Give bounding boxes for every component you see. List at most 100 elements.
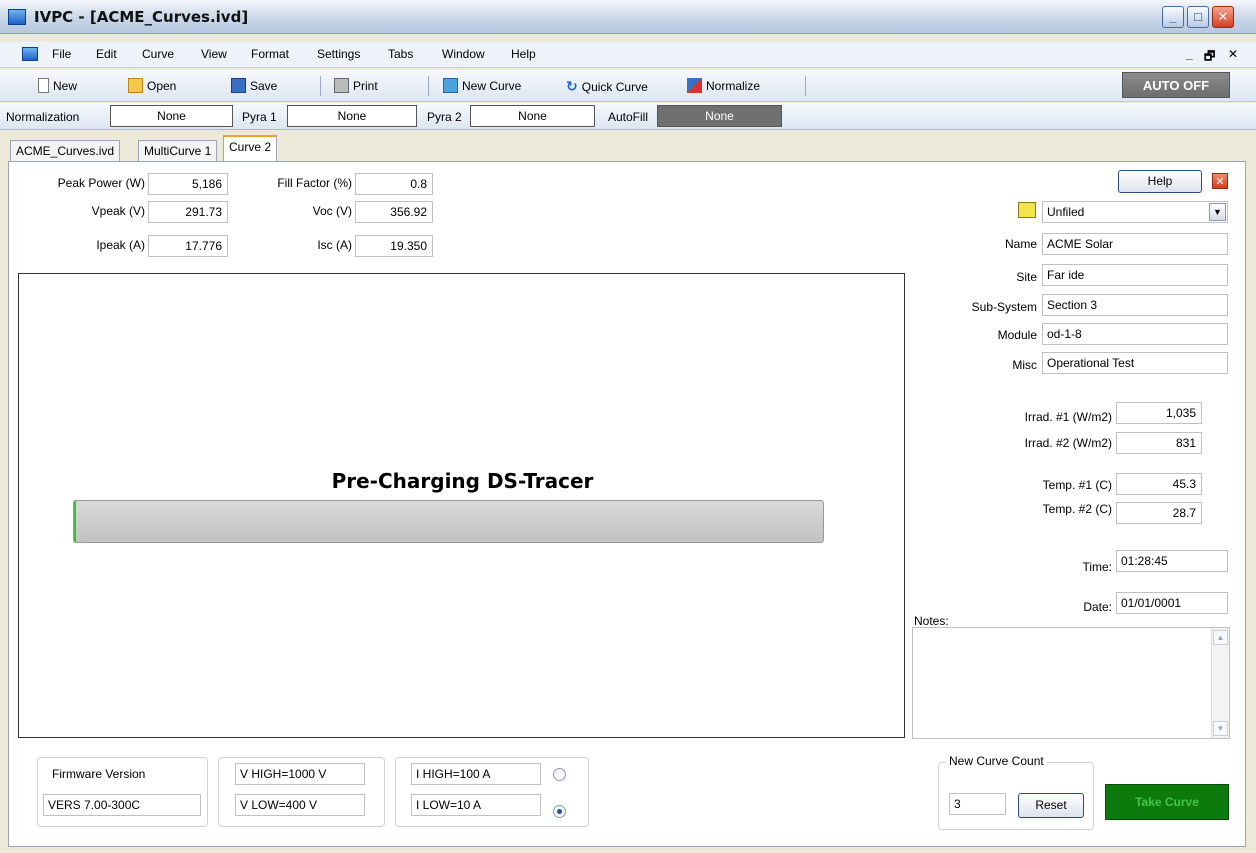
autofill-label: AutoFill xyxy=(608,110,649,124)
folder-select-value: Unfiled xyxy=(1047,205,1085,219)
scroll-up-icon[interactable]: ▲ xyxy=(1213,630,1228,645)
i-low-radio[interactable] xyxy=(553,805,566,818)
site-label: Site xyxy=(1016,270,1037,284)
menu-edit[interactable]: Edit xyxy=(96,47,117,61)
i-low-field: I LOW=10 A xyxy=(411,794,541,816)
chart-plus-icon xyxy=(443,78,458,93)
close-button[interactable]: ✕ xyxy=(1212,6,1234,28)
toolbar-separator xyxy=(428,76,429,96)
print-button[interactable]: Print xyxy=(334,78,378,93)
pyra2-field[interactable]: None xyxy=(470,105,595,127)
new-curve-count-label: New Curve Count xyxy=(946,754,1047,768)
quick-curve-button[interactable]: ↻ Quick Curve xyxy=(566,78,648,95)
notes-scrollbar[interactable]: ▲ ▼ xyxy=(1211,628,1229,738)
notes-textarea[interactable]: ▲ ▼ xyxy=(912,627,1230,739)
misc-label: Misc xyxy=(1012,358,1037,372)
voc-label: Voc (V) xyxy=(312,204,352,218)
fill-factor-label: Fill Factor (%) xyxy=(277,176,352,190)
chevron-down-icon[interactable]: ▼ xyxy=(1209,203,1226,221)
isc-value: 19.350 xyxy=(355,235,433,257)
subsystem-field[interactable]: Section 3 xyxy=(1042,294,1228,316)
menu-bar: File Edit Curve View Format Settings Tab… xyxy=(0,42,1256,68)
take-curve-button[interactable]: Take Curve xyxy=(1105,784,1229,820)
app-icon xyxy=(8,9,26,25)
fill-factor-value: 0.8 xyxy=(355,173,433,195)
i-high-field: I HIGH=100 A xyxy=(411,763,541,785)
open-button[interactable]: Open xyxy=(128,78,176,93)
title-bar: IVPC - [ACME_Curves.ivd] _ □ ✕ xyxy=(0,0,1256,34)
temp2-label: Temp. #2 (C) xyxy=(1042,502,1112,516)
v-high-field: V HIGH=1000 V xyxy=(235,763,365,785)
auto-off-button[interactable]: AUTO OFF xyxy=(1122,72,1230,98)
name-field[interactable]: ACME Solar xyxy=(1042,233,1228,255)
new-curve-count-field[interactable]: 3 xyxy=(949,793,1006,815)
autofill-field[interactable]: None xyxy=(657,105,782,127)
time-field[interactable]: 01:28:45 xyxy=(1116,550,1228,572)
notes-label: Notes: xyxy=(914,614,949,628)
isc-label: Isc (A) xyxy=(317,238,352,252)
mdi-minimize-icon[interactable]: _ xyxy=(1186,47,1193,61)
temp1-label: Temp. #1 (C) xyxy=(1042,478,1112,492)
menu-settings[interactable]: Settings xyxy=(317,47,360,61)
vpeak-label: Vpeak (V) xyxy=(91,204,145,218)
vpeak-value: 291.73 xyxy=(148,201,228,223)
i-high-radio[interactable] xyxy=(553,768,566,781)
normalization-field[interactable]: None xyxy=(110,105,233,127)
date-label: Date: xyxy=(1083,600,1112,614)
module-field[interactable]: od-1-8 xyxy=(1042,323,1228,345)
printer-icon xyxy=(334,78,349,93)
pyra1-label: Pyra 1 xyxy=(242,110,277,124)
peak-power-label: Peak Power (W) xyxy=(57,176,145,190)
window-title: IVPC - [ACME_Curves.ivd] xyxy=(34,8,249,26)
menu-view[interactable]: View xyxy=(201,47,227,61)
status-message: Pre-Charging DS-Tracer xyxy=(331,469,594,493)
new-file-icon xyxy=(38,78,49,93)
document-icon[interactable] xyxy=(22,47,38,61)
irrad2-value[interactable]: 831 xyxy=(1116,432,1202,454)
pyra2-label: Pyra 2 xyxy=(427,110,462,124)
tab-acme-curves[interactable]: ACME_Curves.ivd xyxy=(10,140,121,162)
new-button[interactable]: New xyxy=(38,78,77,93)
new-curve-button[interactable]: New Curve xyxy=(443,78,521,93)
scroll-down-icon[interactable]: ▼ xyxy=(1213,721,1228,736)
close-tab-icon[interactable]: ✕ xyxy=(1212,173,1228,189)
irrad2-label: Irrad. #2 (W/m2) xyxy=(1024,436,1112,450)
date-field[interactable]: 01/01/0001 xyxy=(1116,592,1228,614)
tab-multicurve-1[interactable]: MultiCurve 1 xyxy=(138,140,218,162)
maximize-button[interactable]: □ xyxy=(1187,6,1209,28)
minimize-button[interactable]: _ xyxy=(1162,6,1184,28)
mdi-close-icon[interactable]: ✕ xyxy=(1228,47,1238,61)
menu-file[interactable]: File xyxy=(52,47,71,61)
voc-value: 356.92 xyxy=(355,201,433,223)
menu-help[interactable]: Help xyxy=(511,47,536,61)
pyra1-field[interactable]: None xyxy=(287,105,417,127)
graph-area: Pre-Charging DS-Tracer xyxy=(18,273,905,738)
folder-icon xyxy=(1018,202,1036,218)
progress-fill xyxy=(74,501,76,542)
menu-tabs[interactable]: Tabs xyxy=(388,47,413,61)
firmware-field: VERS 7.00-300C xyxy=(43,794,201,816)
misc-field[interactable]: Operational Test xyxy=(1042,352,1228,374)
firmware-label: Firmware Version xyxy=(52,767,146,781)
tab-curve-2[interactable]: Curve 2 xyxy=(223,135,278,162)
temp1-value[interactable]: 45.3 xyxy=(1116,473,1202,495)
site-field[interactable]: Far ide xyxy=(1042,264,1228,286)
help-button[interactable]: Help xyxy=(1118,170,1202,193)
reset-button[interactable]: Reset xyxy=(1018,793,1084,818)
refresh-icon: ↻ xyxy=(566,78,578,94)
save-button[interactable]: Save xyxy=(231,78,277,93)
temp2-value[interactable]: 28.7 xyxy=(1116,502,1202,524)
menu-window[interactable]: Window xyxy=(442,47,485,61)
folder-open-icon xyxy=(128,78,143,93)
folder-select[interactable]: Unfiled ▼ xyxy=(1042,201,1228,223)
ipeak-value: 17.776 xyxy=(148,235,228,257)
normalization-label: Normalization xyxy=(6,110,80,124)
toolbar-separator xyxy=(320,76,321,96)
menu-curve[interactable]: Curve xyxy=(142,47,174,61)
irrad1-value[interactable]: 1,035 xyxy=(1116,402,1202,424)
mdi-restore-icon[interactable]: 🗗 xyxy=(1204,47,1215,68)
normalize-icon xyxy=(687,78,702,93)
menu-format[interactable]: Format xyxy=(251,47,289,61)
progress-bar xyxy=(73,500,824,543)
normalize-button[interactable]: Normalize xyxy=(687,78,760,93)
